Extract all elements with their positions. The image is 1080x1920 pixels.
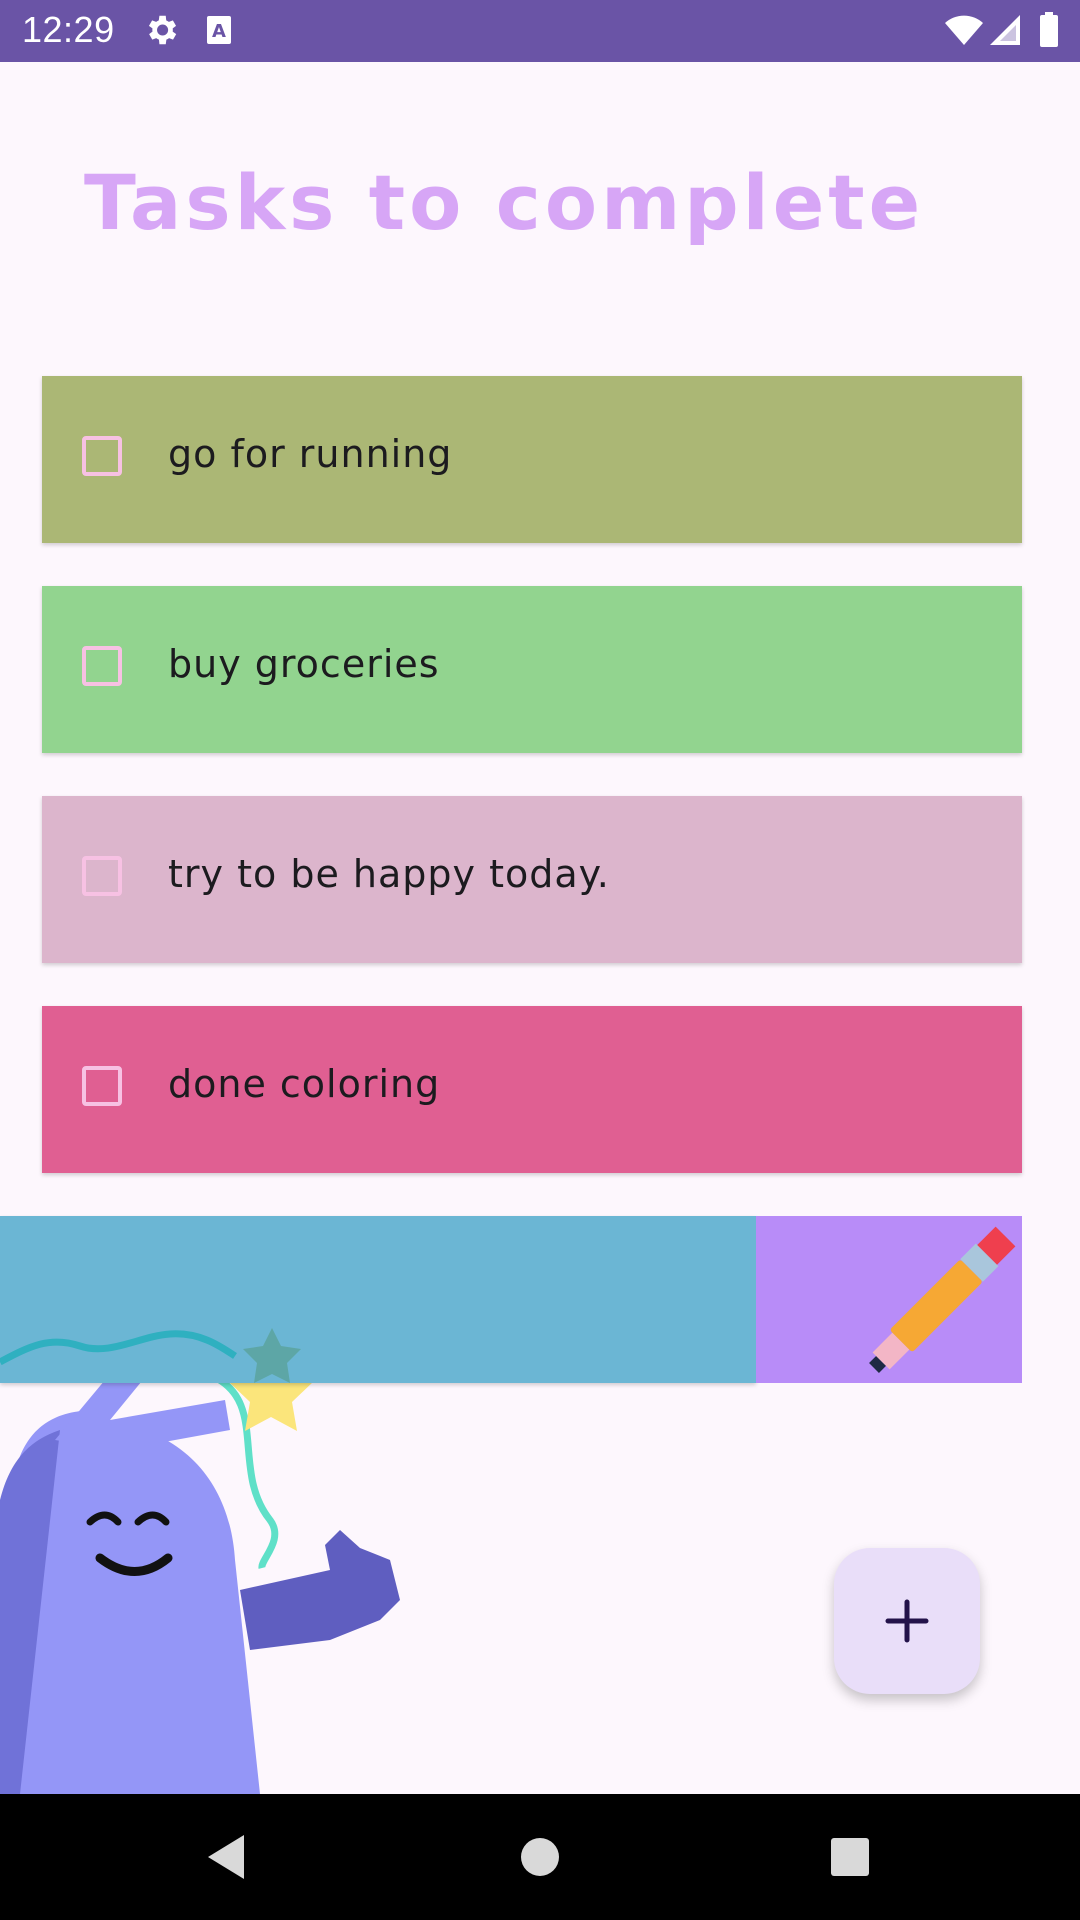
- swiped-task-content[interactable]: [0, 1216, 756, 1383]
- back-icon[interactable]: [204, 1833, 248, 1881]
- decorative-doodle: [0, 1328, 301, 1383]
- recents-icon[interactable]: [830, 1837, 870, 1877]
- gear-icon: [148, 15, 177, 45]
- task-item[interactable]: try to be happy today.: [42, 796, 1022, 963]
- task-label: go for running: [168, 432, 453, 476]
- navigation-bar: [0, 1794, 1080, 1920]
- edit-action-button[interactable]: [756, 1216, 1022, 1383]
- wifi-icon: [945, 15, 983, 45]
- task-checkbox[interactable]: [82, 1066, 122, 1106]
- battery-icon: [1040, 12, 1058, 47]
- task-label: buy groceries: [168, 642, 440, 686]
- task-checkbox[interactable]: [82, 856, 122, 896]
- status-bar: 12:29 A: [0, 0, 1080, 62]
- plus-icon: [885, 1599, 929, 1643]
- task-item[interactable]: go for running: [42, 376, 1022, 543]
- pencil-icon: [869, 1226, 1016, 1373]
- swiped-task-item[interactable]: [0, 1216, 1022, 1383]
- star-icon: [243, 1328, 301, 1383]
- task-checkbox[interactable]: [82, 436, 122, 476]
- signal-icon: [990, 15, 1020, 45]
- task-item[interactable]: buy groceries: [42, 586, 1022, 753]
- task-item[interactable]: done coloring: [42, 1006, 1022, 1173]
- task-checkbox[interactable]: [82, 646, 122, 686]
- home-icon[interactable]: [518, 1835, 562, 1879]
- page-title: Tasks to complete: [84, 158, 925, 247]
- text-a-icon: A: [207, 16, 231, 44]
- task-label: try to be happy today.: [168, 852, 610, 896]
- task-label: done coloring: [168, 1062, 441, 1106]
- svg-text:A: A: [212, 21, 226, 42]
- add-task-button[interactable]: [834, 1548, 980, 1694]
- status-time: 12:29: [22, 9, 115, 50]
